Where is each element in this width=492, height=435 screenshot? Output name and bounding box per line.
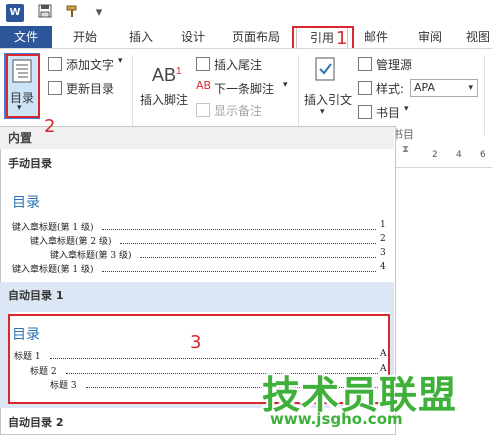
watermark-url: www.jsgho.com (270, 410, 403, 428)
footnote-ab-icon: AB1 (152, 65, 182, 86)
toc-page-number: 4 (380, 262, 386, 272)
toc-leader (102, 271, 376, 272)
toc-leader (120, 243, 376, 244)
insert-citation-button[interactable]: 插入引文 (304, 91, 352, 108)
group-separator (484, 55, 485, 135)
bibliography-icon (358, 105, 372, 119)
manage-sources-button[interactable]: 管理源 (376, 56, 412, 73)
next-footnote-dropdown-icon[interactable]: ▾ (283, 80, 288, 90)
horizontal-ruler: ⧗ 2 4 6 (396, 140, 492, 168)
manual-toc-title: 手动目录 (8, 157, 52, 170)
toc-leader (102, 229, 376, 230)
tab-design[interactable]: 设计 (170, 26, 216, 48)
quick-access-toolbar: W ▾ (0, 0, 492, 26)
footnote-ab-superscript: 1 (176, 66, 182, 77)
toc-entry: 键入章标题(第 2 级) (30, 237, 112, 247)
qat-more-icon[interactable]: ▾ (90, 4, 108, 22)
ruler-mark: 2 (432, 150, 438, 160)
insert-endnote-button[interactable]: 插入尾注 (214, 56, 262, 73)
group-separator (298, 55, 299, 135)
citation-style-select[interactable]: APA ▾ (410, 79, 478, 97)
chevron-down-icon: ▾ (468, 83, 473, 93)
manual-toc-heading: 目录 (12, 195, 40, 211)
toc-page-number: 3 (380, 248, 386, 258)
tab-review[interactable]: 审阅 (410, 26, 450, 48)
tab-mailings[interactable]: 邮件 (356, 26, 396, 48)
footnote-ab-text: AB (152, 65, 177, 85)
word-app-icon: W (6, 4, 24, 22)
add-text-icon (48, 57, 62, 71)
site-watermark: 技术员联盟 www.jsgho.com (262, 364, 492, 434)
add-text-dropdown-icon[interactable]: ▾ (118, 56, 123, 66)
ruler-indent-marker-icon[interactable]: ⧗ (402, 144, 409, 155)
step-number-3: 3 (190, 332, 202, 353)
ruler-mark: 4 (456, 150, 462, 160)
tab-file[interactable]: 文件 (0, 26, 52, 48)
group-separator (132, 55, 133, 135)
highlight-box-toc-button (6, 54, 40, 118)
next-footnote-icon: AB (196, 79, 212, 92)
bibliography-button[interactable]: 书目 (376, 104, 400, 121)
step-number-1: 1 (336, 28, 348, 49)
next-footnote-button[interactable]: 下一条脚注 (214, 80, 274, 97)
format-painter-icon[interactable] (64, 4, 82, 22)
ribbon-tab-bar: 文件 开始 插入 设计 页面布局 引用 邮件 审阅 视图 (0, 26, 492, 48)
show-notes-button[interactable]: 显示备注 (214, 102, 262, 119)
style-icon (358, 81, 372, 95)
bibliography-dropdown-icon[interactable]: ▾ (404, 104, 409, 114)
show-notes-icon (196, 103, 210, 117)
insert-footnote-button[interactable]: 插入脚注 (140, 91, 188, 108)
tab-view[interactable]: 视图 (458, 26, 492, 48)
auto-toc-2-title[interactable]: 自动目录 2 (8, 414, 63, 430)
citation-style-value: APA (414, 81, 435, 94)
tab-insert[interactable]: 插入 (118, 26, 164, 48)
step-number-2: 2 (44, 116, 56, 137)
tab-home[interactable]: 开始 (62, 26, 108, 48)
insert-citation-dropdown-icon[interactable]: ▾ (320, 107, 325, 117)
toc-page-number: 2 (380, 234, 386, 244)
manage-sources-icon (358, 57, 372, 71)
toc-leader (140, 257, 376, 258)
add-text-button[interactable]: 添加文字 (66, 56, 114, 73)
tab-page-layout[interactable]: 页面布局 (224, 26, 288, 48)
toc-entry: 键入章标题(第 1 级) (12, 265, 94, 275)
toc-entry: 键入章标题(第 1 级) (12, 223, 94, 233)
style-label: 样式: (376, 82, 405, 96)
ruler-mark: 6 (480, 150, 486, 160)
insert-citation-icon (314, 57, 338, 86)
update-toc-button[interactable]: 更新目录 (66, 80, 114, 97)
update-toc-icon (48, 81, 62, 95)
toc-entry: 键入章标题(第 3 级) (50, 251, 132, 261)
insert-endnote-icon (196, 57, 210, 71)
save-icon[interactable] (36, 4, 54, 22)
toc-page-number: 1 (380, 220, 386, 230)
auto-toc-1-title: 自动目录 1 (8, 289, 64, 302)
builtin-section-header: 内置 (0, 127, 394, 149)
